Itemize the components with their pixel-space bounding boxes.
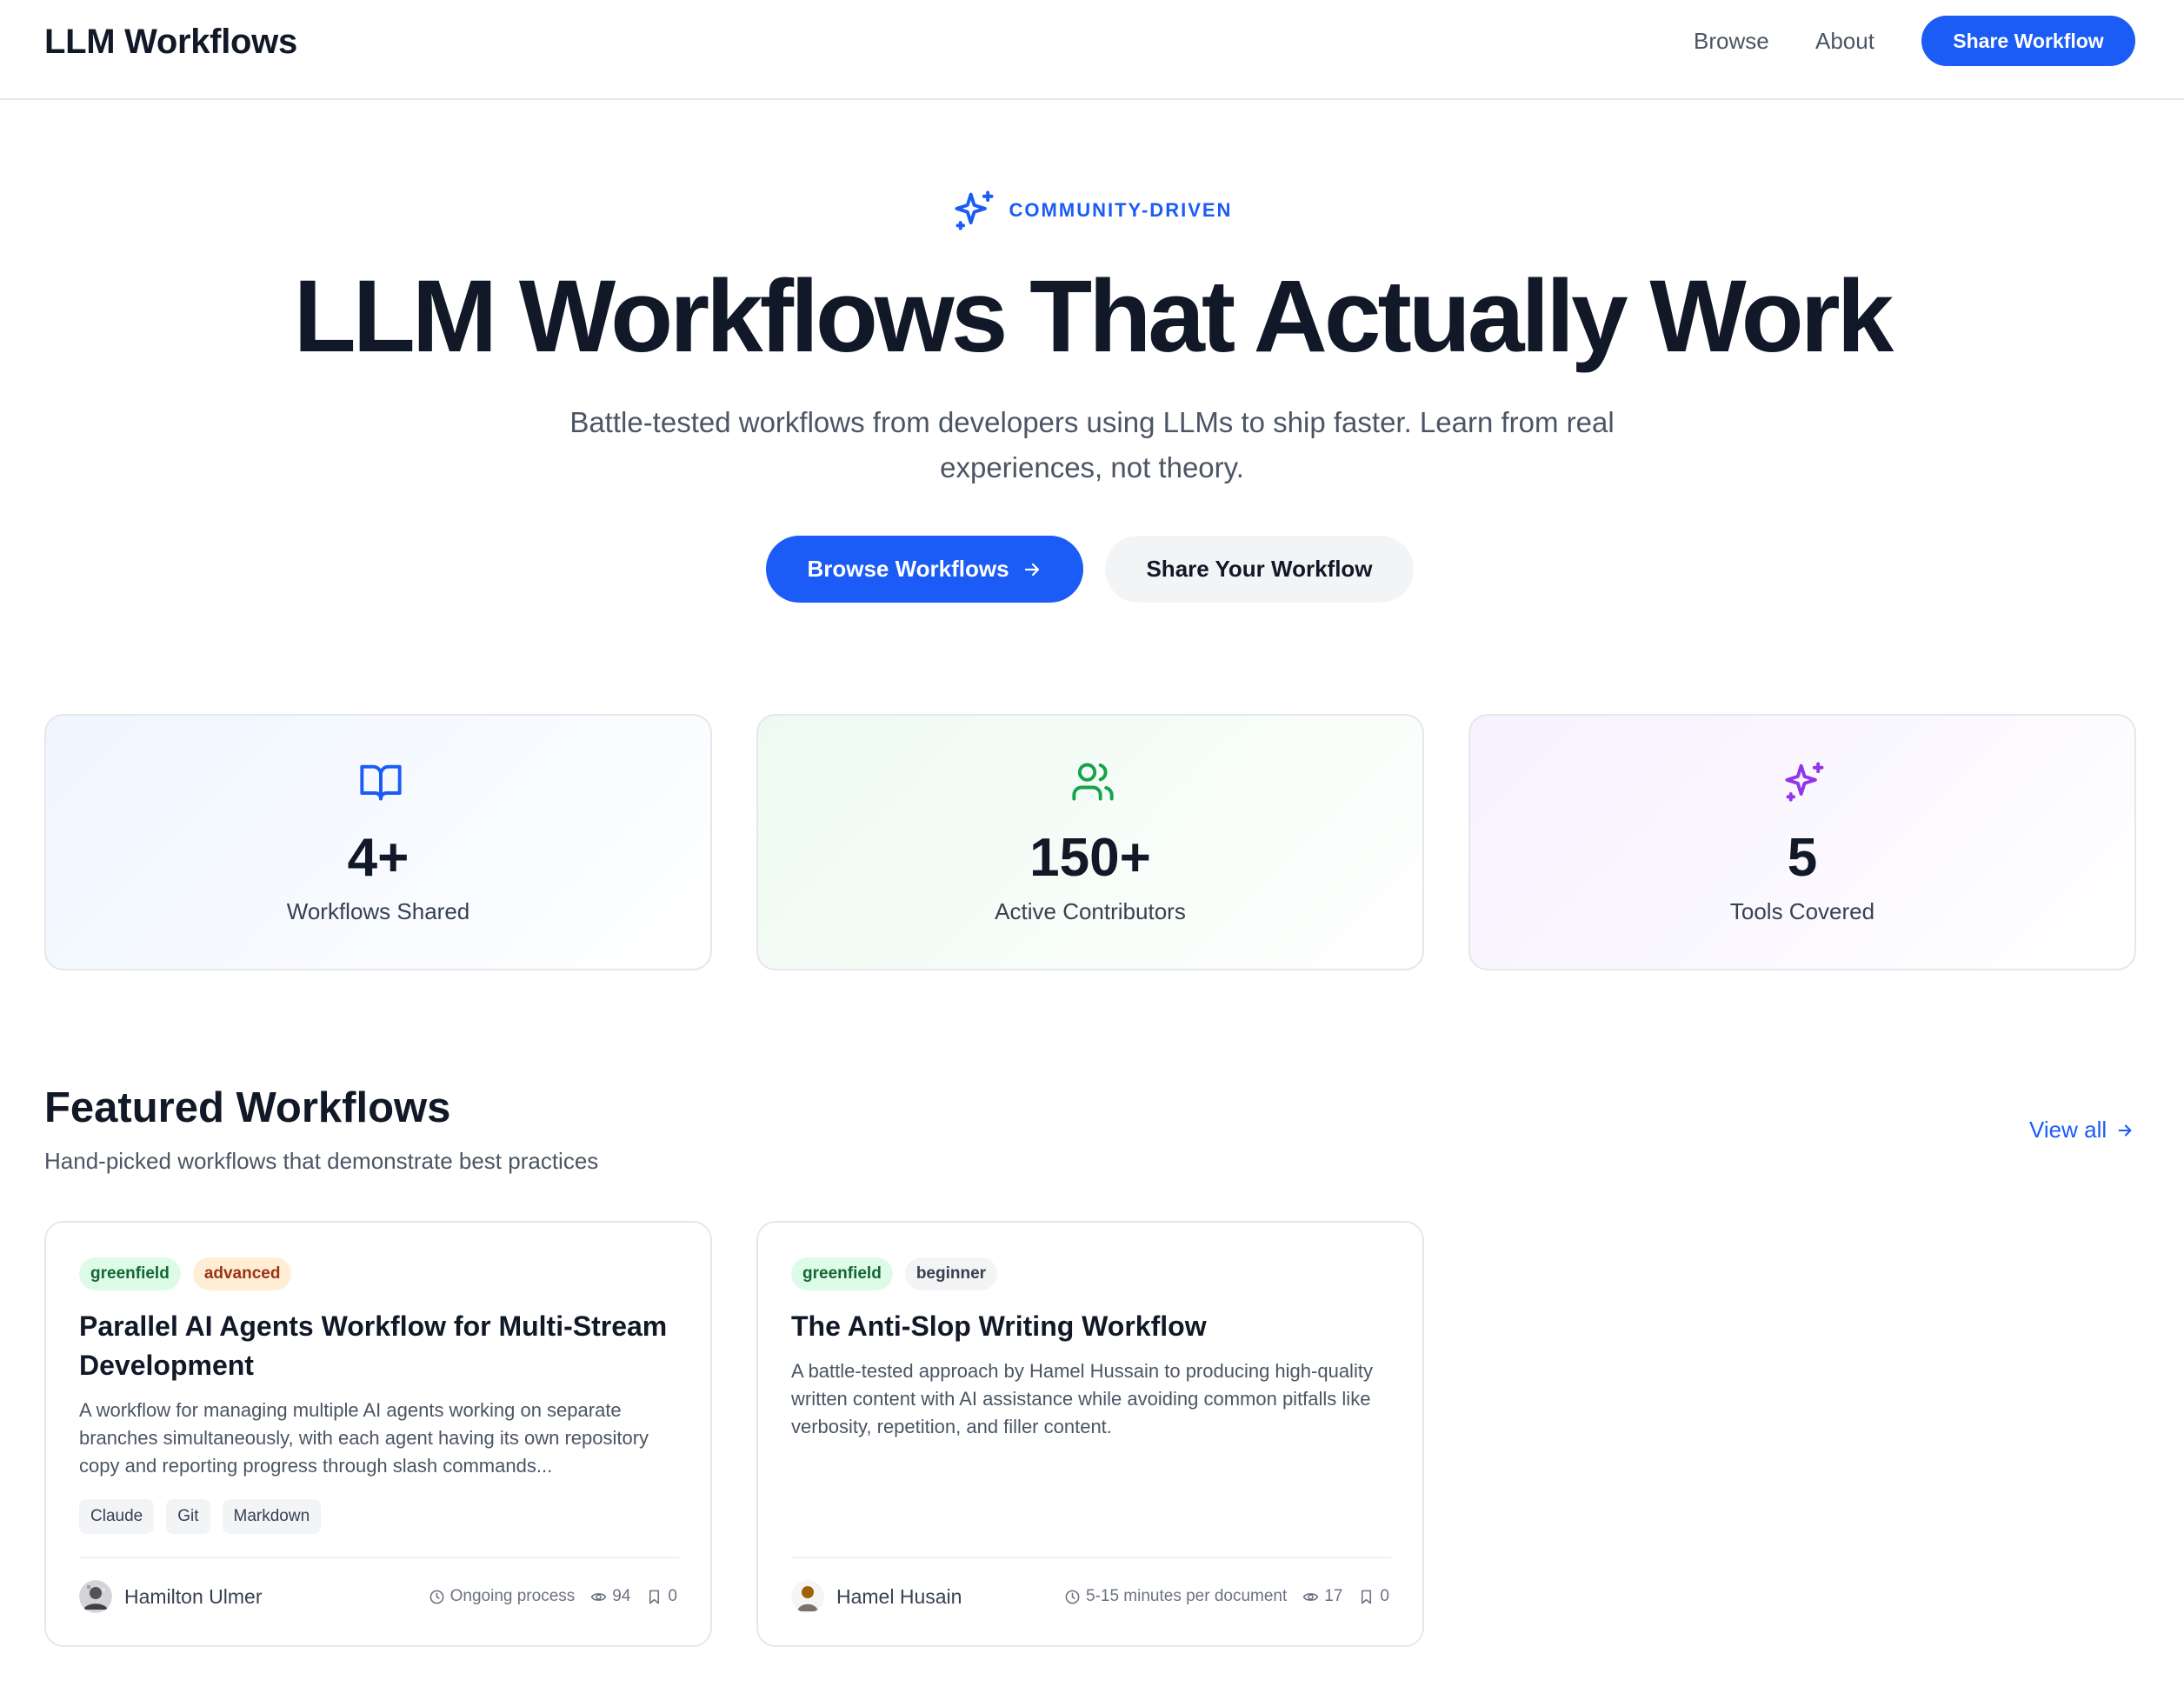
views-count: 17 [1324,1587,1343,1605]
bookmark-icon [649,1590,660,1604]
views-meta: 94 [590,1587,630,1606]
hero-title: LLM Workflows That Actually Work [293,259,1894,374]
duration-text: 5-15 minutes per document [1085,1587,1288,1605]
share-your-workflow-button[interactable]: Share Your Workflow [1105,536,1414,603]
featured-title: Featured Workflows [44,1084,451,1131]
bookmarks-count: 0 [668,1587,677,1605]
book-open-icon [360,764,402,801]
author-name: Hamel Husain [836,1584,962,1608]
stat-value: 5 [1787,828,1818,888]
featured-subtitle: Hand-picked workflows that demonstrate b… [44,1148,599,1174]
share-workflow-button[interactable]: Share Workflow [1921,16,2135,66]
stat-value: 150+ [1029,828,1151,888]
category-badge: greenfield [791,1257,893,1290]
card-meta: Ongoing process 94 0 [429,1587,677,1606]
clock-icon [429,1590,444,1604]
workflow-card[interactable]: greenfield advanced Parallel AI Agents W… [44,1221,712,1647]
duration-meta: Ongoing process [429,1587,576,1606]
avatar [791,1580,824,1613]
nav-browse-link[interactable]: Browse [1694,28,1769,55]
stat-label: Tools Covered [1729,898,1875,924]
hero-eyebrow-label: COMMUNITY-DRIVEN [1009,199,1233,221]
stat-card-contributors: 150+ Active Contributors [756,714,1424,970]
hero-subtitle: Battle-tested workflows from developers … [569,406,1615,483]
level-badge: beginner [904,1257,998,1290]
clock-icon [1065,1590,1080,1604]
tool-tag: Claude [79,1499,155,1534]
users-icon [1072,763,1114,801]
card-description: A battle-tested approach by Hamel Hussai… [791,1360,1373,1437]
stat-card-tools: 5 Tools Covered [1468,714,2136,970]
level-badge: advanced [192,1257,292,1290]
top-navbar: LLM Workflows Browse About Share Workflo… [0,0,2184,100]
card-tags: Claude Git Markdown [79,1499,322,1534]
avatar [79,1580,112,1613]
category-badge: greenfield [79,1257,181,1290]
stat-label: Active Contributors [995,898,1186,924]
views-meta: 17 [1302,1587,1342,1606]
bookmarks-meta[interactable]: 0 [646,1587,677,1606]
card-badges: greenfield beginner [791,1257,998,1290]
hero-eyebrow: COMMUNITY-DRIVEN [0,188,2184,233]
card-badges: greenfield advanced [79,1257,292,1290]
browse-workflows-label: Browse Workflows [807,556,1009,582]
card-author: Hamilton Ulmer [79,1580,262,1613]
author-name: Hamilton Ulmer [124,1584,263,1608]
view-all-link[interactable]: View all [2029,1117,2134,1144]
nav-about-link[interactable]: About [1815,28,1874,55]
card-author: Hamel Husain [791,1580,962,1613]
card-divider [791,1557,1391,1558]
sparkles-icon [1785,762,1824,802]
card-divider [79,1557,679,1558]
eye-icon [590,1592,607,1601]
arrow-right-icon [1024,563,1039,576]
stat-value: 4+ [347,828,410,888]
stat-card-workflows: 4+ Workflows Shared [44,714,712,970]
card-title[interactable]: The Anti-Slop Writing Workflow [791,1307,1400,1346]
browse-workflows-button[interactable]: Browse Workflows [766,536,1083,603]
tool-tag: Git [166,1499,210,1534]
card-meta: 5-15 minutes per document 17 0 [1064,1587,1389,1606]
brand-logo[interactable]: LLM Workflows [44,23,297,62]
bookmark-icon [1362,1590,1372,1604]
arrow-right-icon [2118,1124,2132,1137]
sparkles-icon [955,190,993,230]
view-all-label: View all [2029,1117,2107,1143]
card-description: A workflow for managing multiple AI agen… [79,1399,649,1477]
card-title[interactable]: Parallel AI Agents Workflow for Multi-St… [79,1307,688,1385]
duration-text: Ongoing process [449,1587,576,1605]
bookmarks-count: 0 [1380,1587,1389,1605]
tool-tag: Markdown [222,1499,322,1534]
eye-icon [1302,1592,1319,1601]
workflow-card[interactable]: greenfield beginner The Anti-Slop Writin… [756,1221,1424,1647]
stat-label: Workflows Shared [286,898,470,924]
duration-meta: 5-15 minutes per document [1064,1587,1287,1606]
bookmarks-meta[interactable]: 0 [1358,1587,1389,1606]
views-count: 94 [612,1587,631,1605]
